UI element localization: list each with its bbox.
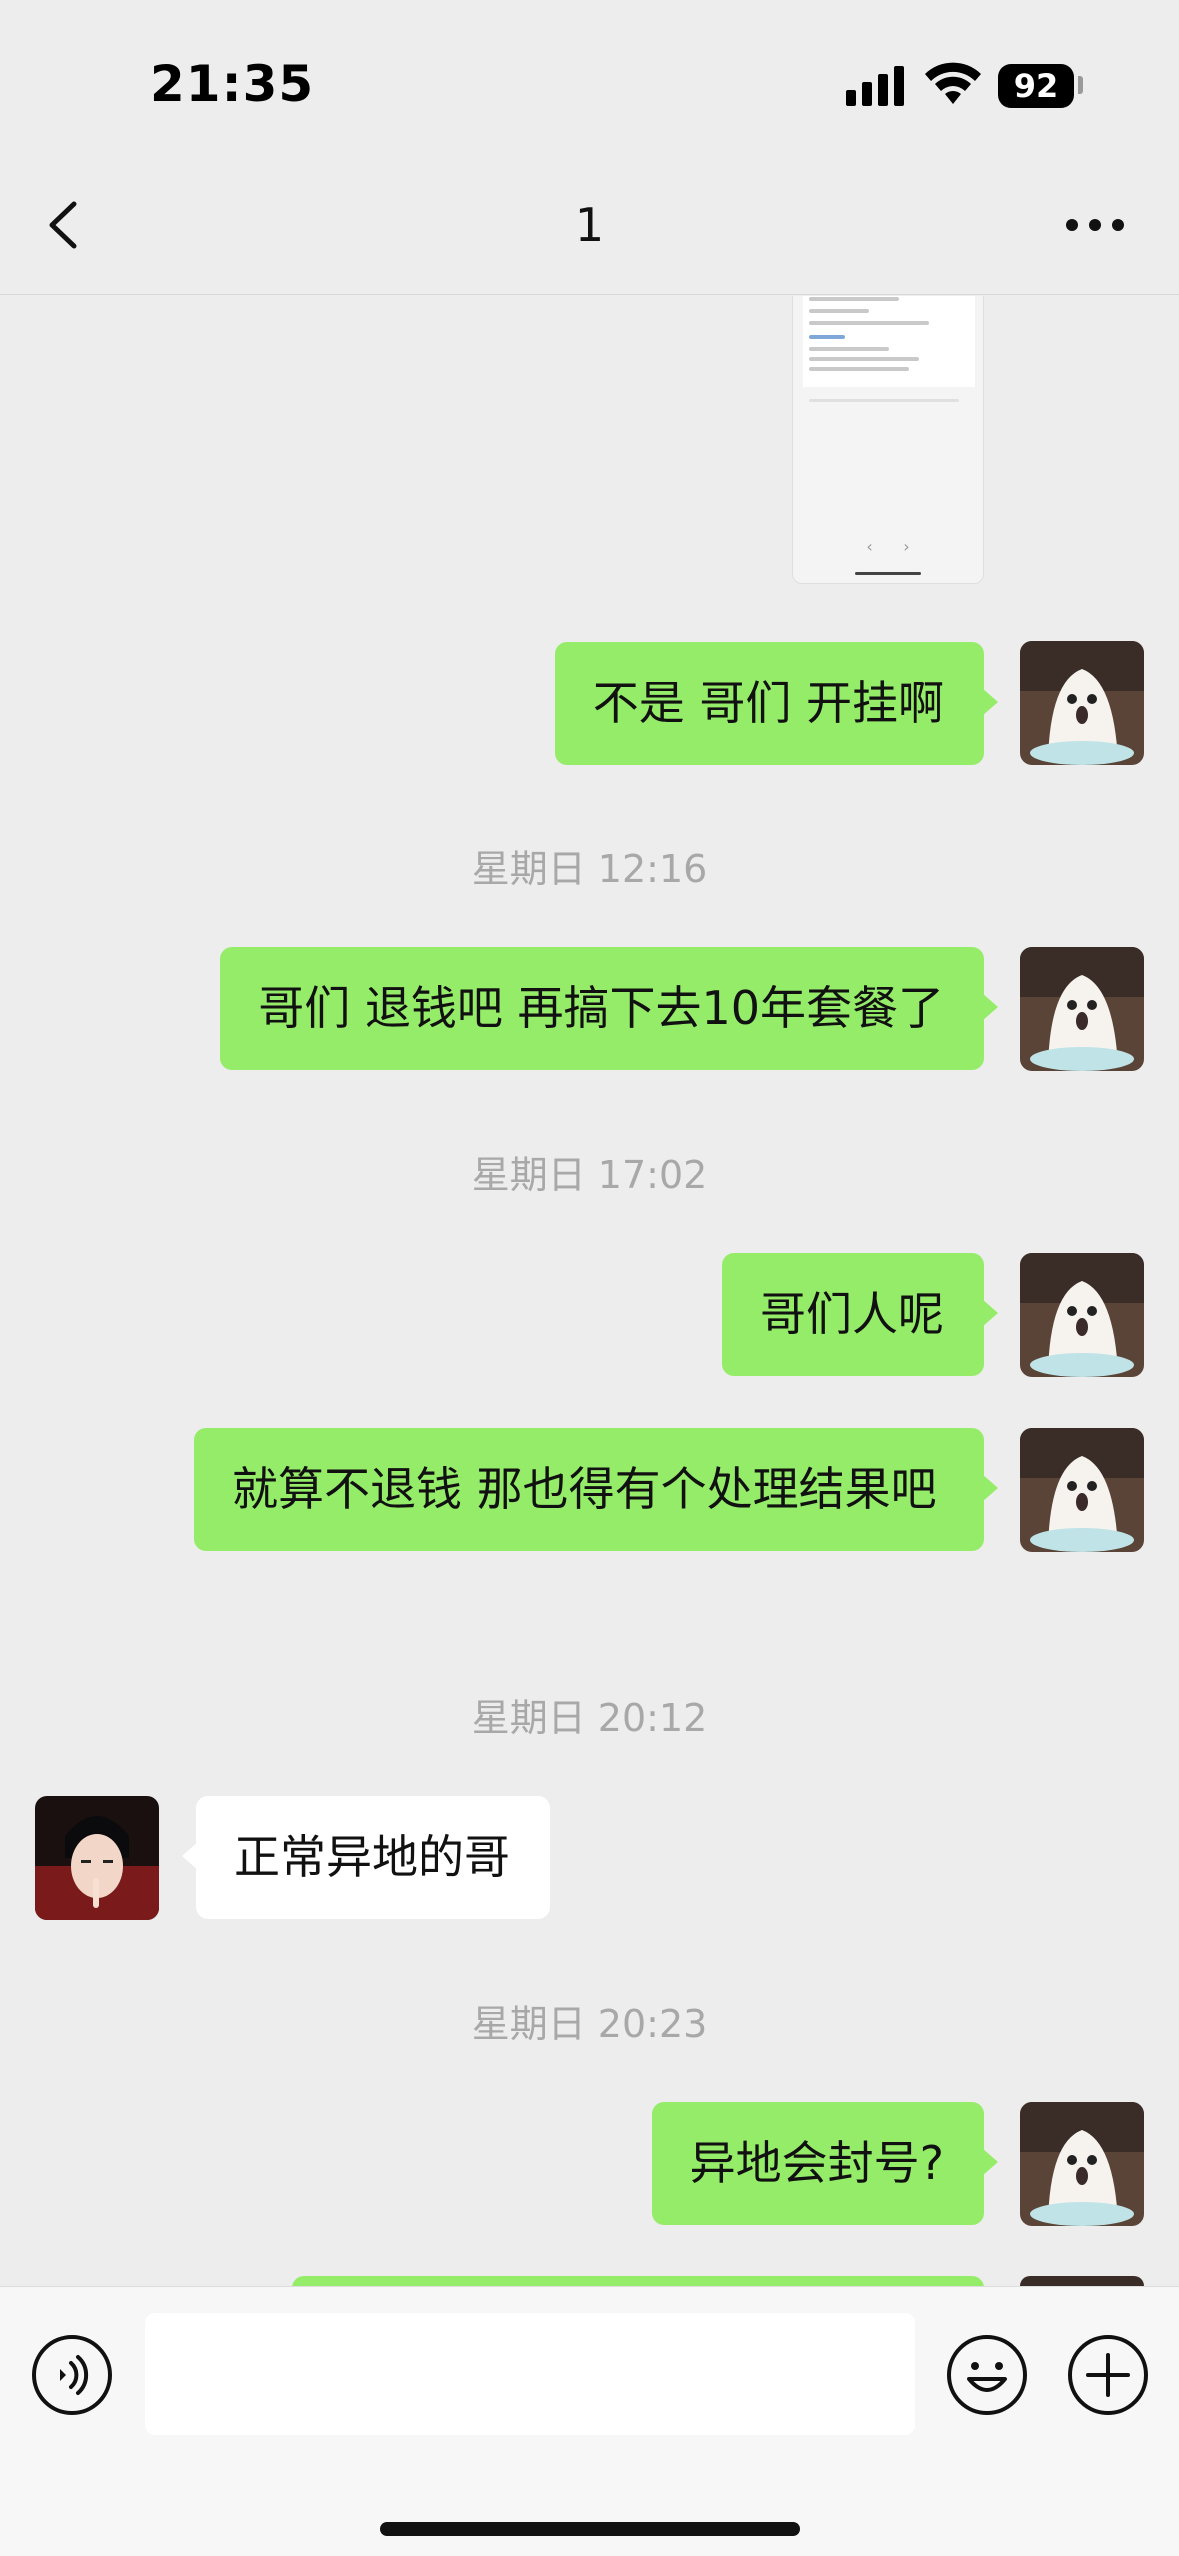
input-bar: [0, 2286, 1179, 2556]
message-bubble-sent[interactable]: 哥们人呢: [722, 1253, 998, 1376]
cellular-signal-icon: [846, 66, 904, 106]
status-time: 21:35: [150, 55, 315, 113]
voice-icon[interactable]: [30, 2333, 114, 2417]
avatar-self[interactable]: [1020, 1428, 1144, 1552]
ghost-avatar-icon: [1020, 1253, 1144, 1377]
chevron-left-icon[interactable]: [30, 190, 100, 260]
anime-avatar-icon: [35, 1796, 159, 1920]
avatar-self[interactable]: [1020, 1253, 1144, 1377]
avatar-contact[interactable]: [35, 1796, 159, 1920]
battery-tip: [1078, 76, 1083, 94]
ghost-avatar-icon: [1020, 1428, 1144, 1552]
screenshot-pager: ‹ ›: [866, 537, 910, 556]
message-bubble-sent[interactable]: 不是 哥们 开挂啊: [554, 642, 999, 765]
timestamp: 星期日 20:23: [471, 2002, 708, 2046]
avatar-self[interactable]: [1020, 947, 1144, 1071]
screenshot-line: [809, 321, 929, 325]
home-indicator: [380, 2522, 800, 2536]
screenshot-line: [809, 357, 919, 361]
screenshot-home-indicator: [855, 572, 921, 575]
timestamp: 星期日 17:02: [471, 1153, 708, 1197]
message-bubble-sent[interactable]: 就算不退钱 那也得有个处理结果吧: [194, 1428, 998, 1551]
avatar-self[interactable]: [1020, 641, 1144, 765]
message-bubble-sent[interactable]: 哥们 退钱吧 再搞下去10年套餐了: [220, 947, 998, 1070]
avatar-self-partial[interactable]: [1020, 2276, 1144, 2286]
nav-bar: 1: [0, 150, 1179, 295]
message-input[interactable]: [145, 2313, 915, 2435]
message-bubble-received[interactable]: 正常异地的哥: [182, 1796, 550, 1919]
chat-title: 1: [574, 198, 605, 252]
wifi-icon: [925, 62, 981, 104]
ghost-avatar-icon: [1020, 947, 1144, 1071]
shared-screenshot-image[interactable]: ‹ ›: [792, 296, 984, 584]
screenshot-line: [809, 335, 845, 339]
timestamp: 星期日 20:12: [471, 1696, 708, 1740]
ghost-avatar-icon: [1020, 2102, 1144, 2226]
chat-area[interactable]: ‹ › 不是 哥们 开挂啊 星期日 12:16 哥们 退钱吧 再搞下去10年套餐…: [0, 296, 1179, 2286]
avatar-self[interactable]: [1020, 2102, 1144, 2226]
status-bar: 21:35 92: [0, 0, 1179, 150]
screenshot-line: [809, 347, 889, 351]
message-bubble-sent[interactable]: 异地会封号?: [651, 2102, 999, 2225]
screenshot-line: [809, 399, 959, 402]
plus-icon[interactable]: [1066, 2333, 1150, 2417]
ghost-avatar-icon: [1020, 641, 1144, 765]
message-bubble-sent-partial[interactable]: [292, 2276, 984, 2286]
screenshot-line: [809, 297, 899, 301]
battery-level: 92: [998, 64, 1074, 108]
timestamp: 星期日 12:16: [471, 847, 708, 891]
ellipsis-icon[interactable]: [1060, 190, 1130, 260]
screenshot-line: [809, 309, 869, 313]
screenshot-line: [809, 367, 909, 371]
emoji-icon[interactable]: [945, 2333, 1029, 2417]
